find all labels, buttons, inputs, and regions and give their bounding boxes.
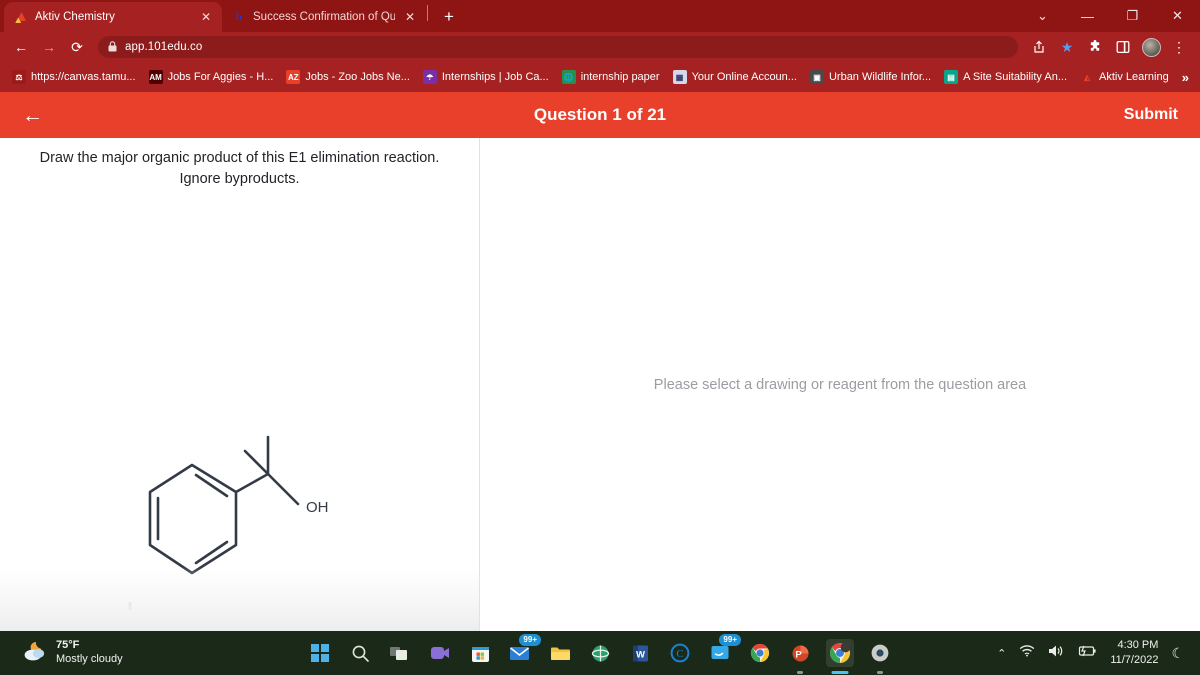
bookmark-label: A Site Suitability An... xyxy=(963,71,1068,83)
web-page-content: ← Question 1 of 21 Submit Draw the major… xyxy=(0,92,1200,631)
tab-title: Aktiv Chemistry xyxy=(35,11,115,23)
forward-button[interactable]: → xyxy=(36,34,62,60)
browser-toolbar: ← → ⟳ app.101edu.co ★ ⋮ xyxy=(0,32,1200,62)
online-account-icon: ▦ xyxy=(672,70,687,84)
bookmark-item[interactable]: ◭ Aktiv Learning xyxy=(1074,67,1175,87)
window-controls: ⌄ — ❐ ✕ xyxy=(1020,0,1200,32)
internships-icon: ☂ xyxy=(422,70,437,84)
start-button-icon[interactable] xyxy=(306,639,334,667)
toolbar-right-actions: ★ ⋮ xyxy=(1026,34,1192,60)
microsoft-teams-icon[interactable] xyxy=(426,639,454,667)
bookmark-label: Your Online Accoun... xyxy=(691,71,797,83)
bookmark-label: Urban Wildlife Infor... xyxy=(828,71,932,83)
chrome-active-icon[interactable] xyxy=(826,639,854,667)
bookmark-item[interactable]: ▤ A Site Suitability An... xyxy=(938,67,1073,87)
minimize-button[interactable]: — xyxy=(1065,0,1110,32)
submit-button[interactable]: Submit xyxy=(1124,106,1178,124)
windows-taskbar: 75°F Mostly cloudy 99+ W C 99+ P ⌃ 4:30 … xyxy=(0,631,1200,675)
bookmarks-overflow-icon[interactable]: » xyxy=(1176,70,1195,85)
lock-icon xyxy=(108,40,117,54)
chrome-menu-icon[interactable]: ⋮ xyxy=(1166,34,1192,60)
microsoft-store-icon[interactable] xyxy=(466,639,494,667)
restore-button[interactable]: ❐ xyxy=(1110,0,1155,32)
share-icon[interactable] xyxy=(1026,34,1052,60)
tamu-atm-icon: AM xyxy=(148,70,163,84)
svg-text:P: P xyxy=(795,649,802,660)
profile-avatar[interactable] xyxy=(1138,34,1164,60)
chrome-icon[interactable] xyxy=(746,639,774,667)
mail-badge: 99+ xyxy=(519,634,541,646)
extensions-icon[interactable] xyxy=(1082,34,1108,60)
chrome-browser-window: Aktiv Chemistry ✕ b Success Confirmation… xyxy=(0,0,1200,631)
messaging-badge: 99+ xyxy=(719,634,741,646)
bookmark-item[interactable]: 🌐 internship paper xyxy=(556,67,666,87)
bookmark-item[interactable]: ⚖ https://canvas.tamu... xyxy=(6,67,142,87)
file-explorer-icon[interactable] xyxy=(546,639,574,667)
tab-title: Success Confirmation of Question xyxy=(253,11,395,23)
bookmark-label: https://canvas.tamu... xyxy=(31,71,136,83)
globe-icon: 🌐 xyxy=(561,70,576,84)
answer-pane[interactable]: Please select a drawing or reagent from … xyxy=(480,138,1200,631)
bookmarks-bar: ⚖ https://canvas.tamu... AM Jobs For Aggies… xyxy=(0,62,1200,92)
taskbar-app-icons: 99+ W C 99+ P xyxy=(0,634,1200,667)
reaction-diagram[interactable]: OH H3O+ heat xyxy=(0,190,480,611)
microsoft-word-icon[interactable]: W xyxy=(626,639,654,667)
question-prompt-line-2: Ignore byproducts. xyxy=(179,171,300,188)
b-letter-icon: b xyxy=(235,11,243,23)
question-pane: Draw the major organic product of this E… xyxy=(0,138,480,631)
app-header-bar: ← Question 1 of 21 Submit xyxy=(0,92,1200,138)
urban-wildlife-icon: ▣ xyxy=(809,70,824,84)
new-tab-button[interactable]: + xyxy=(435,3,463,31)
site-suitability-icon: ▤ xyxy=(944,70,959,84)
bookmark-item[interactable]: AM Jobs For Aggies - H... xyxy=(143,67,280,87)
question-prompt-line-1: Draw the major organic product of this E… xyxy=(39,150,440,166)
bookmark-label: Internships | Job Ca... xyxy=(441,71,549,83)
side-panel-icon[interactable] xyxy=(1110,34,1136,60)
browser-tab-success-confirmation[interactable]: b Success Confirmation of Question ✕ xyxy=(222,2,426,32)
bookmark-label: Jobs For Aggies - H... xyxy=(167,71,274,83)
bookmark-item[interactable]: ▦ Your Online Accoun... xyxy=(667,67,803,87)
hydroxyl-label: OH xyxy=(306,499,329,516)
bookmark-label: Aktiv Learning xyxy=(1099,71,1169,83)
back-button[interactable]: ← xyxy=(8,34,34,60)
aktiv-logo-icon xyxy=(14,10,28,24)
aktiv-learning-icon: ◭ xyxy=(1083,72,1091,82)
svg-text:W: W xyxy=(636,649,645,660)
browser-tab-aktiv-chemistry[interactable]: Aktiv Chemistry ✕ xyxy=(4,2,222,32)
content-panes: Draw the major organic product of this E… xyxy=(0,92,1200,631)
search-icon[interactable] xyxy=(346,639,374,667)
reaction-arrow xyxy=(128,602,132,611)
page-title: Question 1 of 21 xyxy=(533,105,667,124)
bookmark-label: Jobs - Zoo Jobs Ne... xyxy=(305,71,410,83)
settings-gear-icon[interactable] xyxy=(866,639,894,667)
tab-separator xyxy=(427,5,428,21)
tab-search-button[interactable]: ⌄ xyxy=(1020,0,1065,32)
close-tab-button[interactable]: ✕ xyxy=(198,9,214,25)
powerpoint-icon[interactable]: P xyxy=(786,639,814,667)
question-prompt: Draw the major organic product of this E… xyxy=(0,138,479,190)
messaging-icon[interactable]: 99+ xyxy=(706,634,741,667)
header-back-button[interactable]: ← xyxy=(22,105,52,126)
address-bar-url: app.101edu.co xyxy=(125,41,203,53)
bookmark-star-icon[interactable]: ★ xyxy=(1054,34,1080,60)
copyright-app-icon[interactable]: C xyxy=(666,639,694,667)
bookmark-item[interactable]: ▣ Urban Wildlife Infor... xyxy=(804,67,937,87)
molecule-structure-2-phenyl-2-propanol[interactable]: OH xyxy=(0,190,480,611)
task-view-icon[interactable] xyxy=(386,639,414,667)
bookmark-item[interactable]: ☂ Internships | Job Ca... xyxy=(417,67,555,87)
mail-icon[interactable]: 99+ xyxy=(506,634,541,667)
bookmark-item[interactable]: AZ Jobs - Zoo Jobs Ne... xyxy=(280,67,416,87)
close-window-button[interactable]: ✕ xyxy=(1155,0,1200,32)
internet-explorer-icon[interactable] xyxy=(586,639,614,667)
answer-placeholder-text: Please select a drawing or reagent from … xyxy=(653,376,1027,393)
bookmark-label: internship paper xyxy=(580,71,660,83)
close-tab-button[interactable]: ✕ xyxy=(402,9,418,25)
reload-button[interactable]: ⟳ xyxy=(64,34,90,60)
canvas-tamu-icon: ⚖ xyxy=(12,70,26,84)
address-bar[interactable]: app.101edu.co xyxy=(98,36,1018,58)
zoo-jobs-icon: AZ xyxy=(286,70,301,84)
tab-strip: Aktiv Chemistry ✕ b Success Confirmation… xyxy=(0,0,1200,32)
svg-text:C: C xyxy=(676,648,683,660)
